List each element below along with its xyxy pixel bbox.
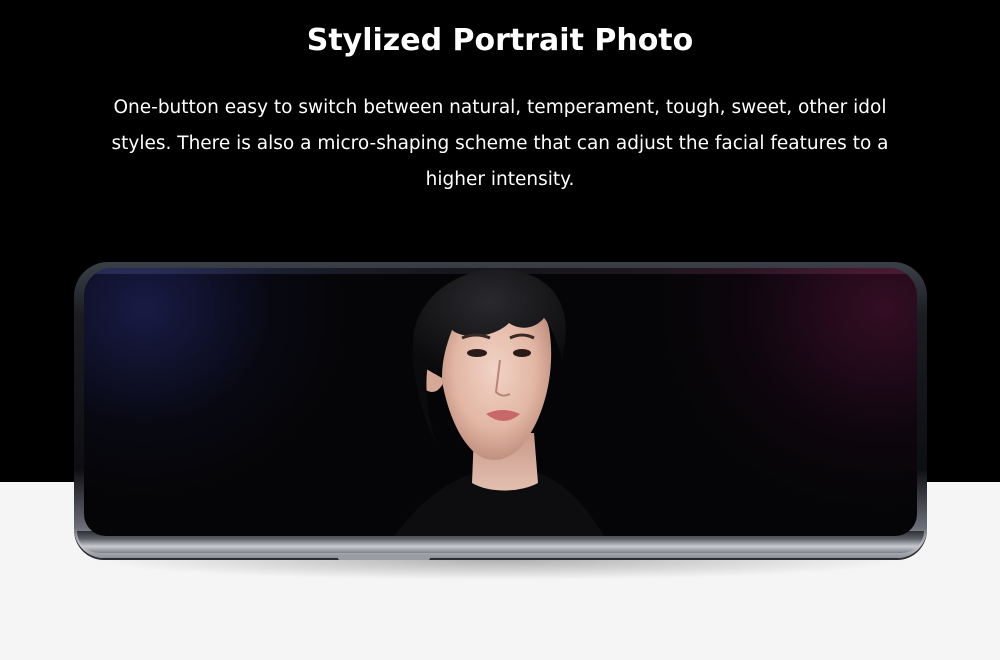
section-description: One-button easy to switch between natura… [60,90,940,198]
phone-side-button [338,556,430,560]
description-line: higher intensity. [425,169,575,190]
portrait-photo [394,269,604,536]
eye-shape [513,349,531,357]
eye-shape [467,349,487,357]
section-title: Stylized Portrait Photo [306,23,694,58]
phone-screen [84,268,917,536]
description-line: One-button easy to switch between natura… [113,97,887,118]
description-line: styles. There is also a micro-shaping sc… [111,133,889,154]
